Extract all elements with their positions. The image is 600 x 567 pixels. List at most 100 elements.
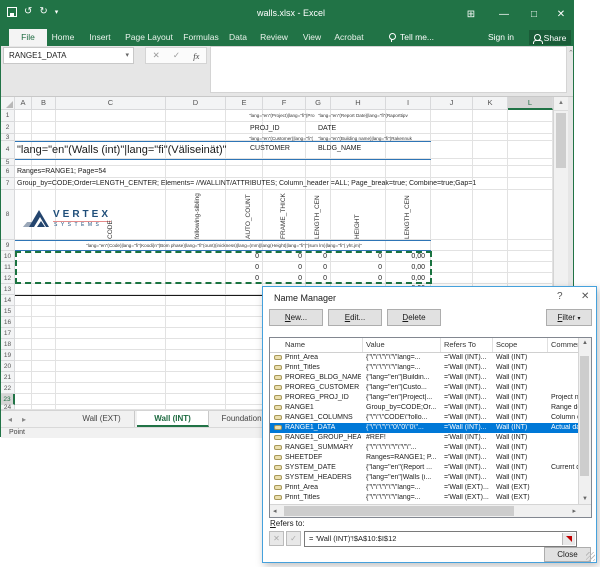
tab-home[interactable]: Home: [52, 29, 75, 46]
cell-A6[interactable]: Ranges=RANGE1; Page=54: [17, 168, 106, 175]
name-row-range1-summary[interactable]: RANGE1_SUMMARY {"\"\"\"\"\"\"\"\"\"... ='W…: [270, 443, 580, 453]
column-header-F[interactable]: F: [263, 97, 306, 110]
cell-row9-header[interactable]: "lang="en"(Code)|lang="fi"(Koodi)n"(Bom …: [17, 243, 431, 248]
row-header-9[interactable]: 9: [1, 240, 15, 251]
row-header-21[interactable]: 21: [1, 372, 15, 383]
dialog-close-icon[interactable]: ✕: [581, 291, 589, 302]
formula-bar-expand-icon[interactable]: ⌃: [568, 49, 574, 57]
names-scroll-left-icon[interactable]: ◂: [273, 507, 277, 515]
ribbon-display-options-icon[interactable]: ⊞: [457, 1, 485, 29]
names-hthumb[interactable]: [284, 506, 514, 516]
cell-H1[interactable]: "lang="en"(Report Date)|lang="fi"(Raport…: [318, 113, 431, 118]
row-header-13[interactable]: 13: [1, 284, 15, 295]
column-header-A[interactable]: A: [15, 97, 32, 110]
tell-me-box[interactable]: Tell me...: [389, 29, 434, 46]
names-vthumb[interactable]: [580, 356, 589, 476]
column-header-H[interactable]: H: [331, 97, 386, 110]
name-row-proreg-proj-id[interactable]: PROREG_PROJ_ID {"lang="en"|Project|... ='W…: [270, 393, 581, 403]
name-row-range1[interactable]: RANGE1 Group_by=CODE;Or... ='Wall (INT)...…: [270, 403, 581, 413]
name-row-proreg-bldg-name[interactable]: PROREG_BLDG_NAME {"lang="en"|Buildin... ='…: [270, 373, 580, 383]
cancel-icon[interactable]: ✕: [153, 50, 160, 61]
row-header-10[interactable]: 10: [1, 251, 15, 262]
row-header-7[interactable]: 7: [1, 178, 15, 190]
name-row-print-titles[interactable]: Print_Titles {"\"\"\"\"\"\"lang=... ='Wall…: [270, 493, 580, 503]
scroll-up-icon[interactable]: ▲: [554, 97, 568, 111]
names-column-header-value[interactable]: Value: [366, 340, 385, 349]
tab-view[interactable]: View: [303, 29, 321, 46]
names-vscrollbar[interactable]: ▲ ▼: [578, 338, 591, 504]
column-header-C[interactable]: C: [56, 97, 166, 110]
column-header-J[interactable]: J: [431, 97, 473, 110]
row-header-15[interactable]: 15: [1, 306, 15, 317]
row-header-6[interactable]: 6: [1, 166, 15, 178]
row-header-2[interactable]: 2: [1, 122, 15, 134]
names-column-header-refers-to[interactable]: Refers To: [444, 340, 476, 349]
cell-H2[interactable]: DATE: [318, 125, 336, 132]
names-scroll-up-icon[interactable]: ▲: [579, 340, 591, 346]
enter-icon[interactable]: ✓: [173, 50, 180, 61]
name-row-range1-columns[interactable]: RANGE1_COLUMNS {"\"\"\"CODE\"follo... ='Wa…: [270, 413, 581, 423]
column-header-G[interactable]: G: [306, 97, 331, 110]
cell-A7[interactable]: Group_by=CODE;Order=LENGTH_CENTER; Eleme…: [17, 180, 537, 187]
name-box-dropdown-icon[interactable]: ▾: [125, 48, 129, 63]
row-header-3[interactable]: 3: [1, 134, 15, 141]
names-hscrollbar[interactable]: ◂ ▸: [270, 504, 591, 517]
column-header-L[interactable]: L: [508, 97, 553, 110]
new-button[interactable]: New...: [269, 309, 323, 326]
column-header-E[interactable]: E: [226, 97, 263, 110]
tab-page-layout[interactable]: Page Layout: [125, 29, 173, 46]
column-header-I[interactable]: I: [386, 97, 431, 110]
redo-icon[interactable]: ↻: [39, 6, 47, 17]
save-icon[interactable]: [7, 6, 17, 17]
row-header-11[interactable]: 11: [1, 262, 15, 273]
insert-function-icon[interactable]: fx: [193, 51, 199, 61]
sheet-nav-right-icon[interactable]: ▸: [22, 415, 26, 424]
row-header-4[interactable]: 4: [1, 141, 15, 159]
column-header-D[interactable]: D: [166, 97, 226, 110]
name-row-proreg-customer[interactable]: PROREG_CUSTOMER {"lang="en"|Custo... ='Wal…: [270, 383, 580, 393]
cell-A4-title[interactable]: "lang="en"(Walls (int)"|lang="fi"(Välise…: [17, 144, 249, 156]
names-column-header-name[interactable]: Name: [285, 340, 305, 349]
delete-button[interactable]: Delete: [387, 309, 441, 326]
cell-H4[interactable]: BLDG_NAME: [318, 145, 361, 152]
names-column-header-scope[interactable]: Scope: [496, 340, 517, 349]
tab-formulas[interactable]: Formulas: [183, 29, 218, 46]
refers-to-input[interactable]: = 'Wall (INT)'!$A$10:$I$12: [304, 531, 577, 547]
select-all-corner[interactable]: [1, 97, 15, 110]
sheet-tab-wall-ext-[interactable]: Wall (EXT): [69, 411, 135, 427]
column-header-K[interactable]: K: [473, 97, 508, 110]
tab-acrobat[interactable]: Acrobat: [334, 29, 363, 46]
names-scroll-down-icon[interactable]: ▼: [579, 496, 591, 502]
tab-data[interactable]: Data: [229, 29, 247, 46]
scrollbar-thumb[interactable]: [556, 113, 566, 168]
column-header-B[interactable]: B: [32, 97, 56, 110]
row-header-14[interactable]: 14: [1, 295, 15, 306]
names-scroll-right-icon[interactable]: ▸: [572, 507, 576, 515]
name-box[interactable]: RANGE1_DATA ▾: [3, 47, 134, 64]
name-row-print-titles[interactable]: Print_Titles {"\"\"\"\"\"\"lang=... ='Wall…: [270, 363, 580, 373]
name-row-sheetdef[interactable]: SHEETDEF Ranges=RANGE1; P... ='Wall (INT).…: [270, 453, 580, 463]
row-header-16[interactable]: 16: [1, 317, 15, 328]
dialog-help-icon[interactable]: ?: [557, 291, 563, 302]
close-button[interactable]: Close: [544, 547, 591, 562]
filter-button[interactable]: Filter ▾: [546, 309, 592, 326]
minimize-icon[interactable]: —: [490, 1, 518, 29]
close-icon[interactable]: ✕: [547, 1, 575, 29]
name-row-range1-data[interactable]: RANGE1_DATA {"\"\"\"\"\"0\"0\"0\"... ='Wal…: [270, 423, 581, 433]
edit-button[interactable]: Edit...: [328, 309, 382, 326]
row-header-18[interactable]: 18: [1, 339, 15, 350]
row-header-22[interactable]: 22: [1, 383, 15, 394]
row-header-19[interactable]: 19: [1, 350, 15, 361]
sign-in-link[interactable]: Sign in: [488, 29, 514, 46]
tab-insert[interactable]: Insert: [89, 29, 110, 46]
sheet-tab-wall-int-[interactable]: Wall (INT): [137, 411, 209, 427]
share-button[interactable]: Share: [529, 30, 571, 45]
tab-review[interactable]: Review: [260, 29, 288, 46]
row-header-5[interactable]: 5: [1, 159, 15, 166]
cell-F2[interactable]: PROJ_ID: [250, 125, 280, 132]
formula-bar[interactable]: [210, 46, 567, 93]
cell-F4[interactable]: CUSTOMER: [250, 145, 290, 152]
name-row-system-headers[interactable]: SYSTEM_HEADERS {"lang="en"|Walls (i... ='W…: [270, 473, 580, 483]
undo-icon[interactable]: ↺: [24, 6, 32, 17]
tab-file[interactable]: File: [9, 29, 47, 46]
